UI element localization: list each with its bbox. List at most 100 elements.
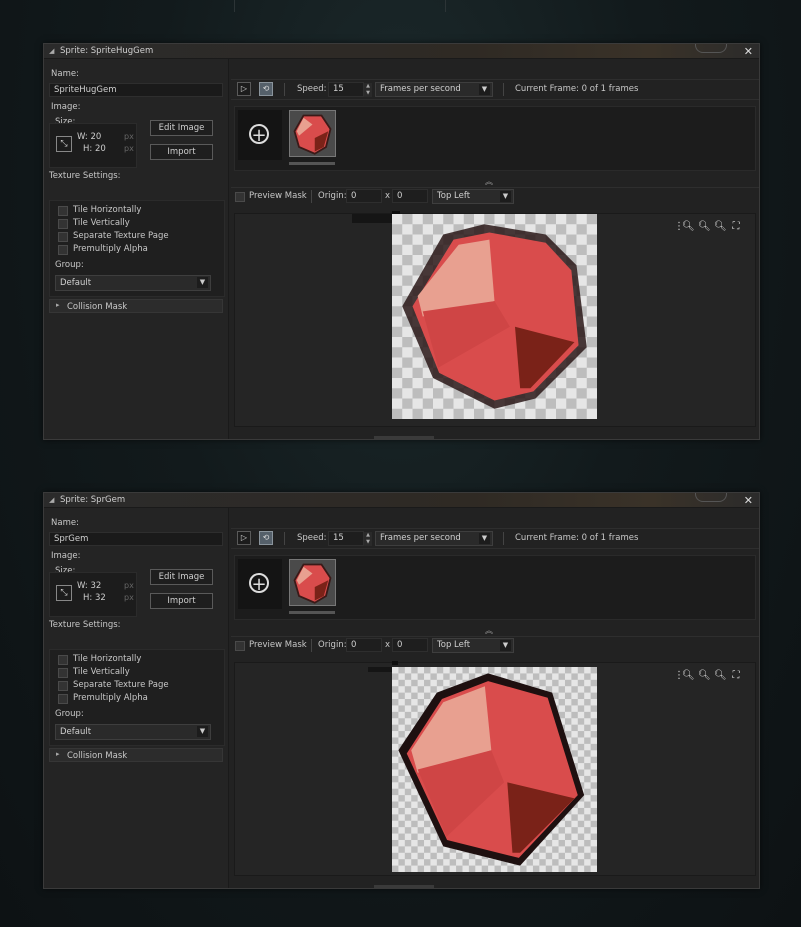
expand-triangle-icon[interactable]: ▸ [56,750,60,758]
background-divider [234,0,235,12]
resize-grip[interactable] [374,885,434,888]
width-unit: px [124,132,134,141]
texture-settings-box: Tile Horizontally Tile Vertically Separa… [49,200,225,297]
collapse-strip-icon[interactable]: ︽ [485,176,493,187]
origin-preset-dropdown[interactable]: Top Left ▼ [432,638,514,653]
import-button[interactable]: Import [150,144,213,160]
checkbox[interactable] [58,681,68,691]
group-value: Default [60,278,92,288]
origin-x-input[interactable]: 0 [346,189,382,203]
checkbox[interactable] [58,245,68,255]
chevron-down-icon: ▼ [479,84,490,95]
width-value[interactable]: W: 20 [77,132,101,142]
zoom-out-icon[interactable]: 🔍︎ [682,221,695,233]
texture-settings-label: Texture Settings: [49,620,121,630]
origin-label: Origin: [318,640,347,650]
add-frame-button[interactable]: + [238,110,282,160]
collapse-triangle-icon[interactable]: ◢ [49,496,54,504]
loop-icon[interactable]: ⟲ [259,531,273,545]
toolbar-divider [311,639,312,652]
image-label: Image: [51,102,81,112]
origin-y-input[interactable]: 0 [392,638,428,652]
preview-mask-checkbox[interactable] [235,641,245,651]
window-titlebar[interactable]: ◢ Sprite: SprGem ✕ [44,493,759,508]
frame-thumbnail[interactable] [289,559,336,606]
fullscreen-icon[interactable]: ⛶ [730,670,742,682]
chevron-down-icon: ▼ [197,277,208,288]
group-dropdown[interactable]: Default ▼ [55,275,211,291]
origin-options-row: Preview Mask Origin: 0 x 0 Top Left ▼ [231,636,759,654]
window-title: Sprite: SprGem [60,495,126,505]
speed-input[interactable]: 15 [328,82,364,97]
close-icon[interactable]: ✕ [744,45,753,58]
origin-y-input[interactable]: 0 [392,189,428,203]
frame-strip: + [234,106,756,171]
fullscreen-icon[interactable]: ⛶ [730,221,742,233]
resize-icon[interactable]: ⤡ [56,136,72,152]
toolbar-divider [503,83,504,96]
resize-icon[interactable]: ⤡ [56,585,72,601]
edit-image-button[interactable]: Edit Image [150,569,213,585]
checkbox[interactable] [58,219,68,229]
window-title: Sprite: SpriteHugGem [60,46,154,56]
height-value[interactable]: H: 32 [83,593,106,603]
origin-preset-dropdown[interactable]: Top Left ▼ [432,189,514,204]
frame-scrollbar[interactable] [289,162,335,165]
resize-grip[interactable] [374,436,434,439]
play-icon[interactable]: ▷ [237,82,251,96]
origin-x-input[interactable]: 0 [346,638,382,652]
play-icon[interactable]: ▷ [237,531,251,545]
window-titlebar[interactable]: ◢ Sprite: SpriteHugGem ✕ [44,44,759,59]
frame-thumbnail[interactable] [289,110,336,157]
sprite-canvas[interactable]: ⋮ 🔍︎ 🔍︎ 🔍︎ ⛶ [234,211,756,427]
zoom-grip-icon: ⋮ [674,221,684,232]
height-value[interactable]: H: 20 [83,144,106,154]
preview-area: ▷ ⟲ Speed: 15 ▲ ▼ Frames per second ▼ Cur… [231,59,759,439]
speed-unit-dropdown[interactable]: Frames per second ▼ [375,82,493,97]
group-label: Group: [55,260,84,270]
origin-label: Origin: [318,191,347,201]
loop-icon[interactable]: ⟲ [259,82,273,96]
zoom-in-icon[interactable]: 🔍︎ [714,670,727,682]
width-value[interactable]: W: 32 [77,581,101,591]
speed-input[interactable]: 15 [328,531,364,546]
add-frame-button[interactable]: + [238,559,282,609]
zoom-out-icon[interactable]: 🔍︎ [682,670,695,682]
expand-triangle-icon[interactable]: ▸ [56,301,60,309]
speed-stepper[interactable]: ▲ ▼ [364,83,372,97]
collision-mask-section[interactable]: ▸ Collision Mask [49,299,223,313]
group-value: Default [60,727,92,737]
zoom-reset-icon[interactable]: 🔍︎ [698,670,711,682]
sprite-editor-window: ◢ Sprite: SpriteHugGem ✕ Name: SpriteHug… [43,43,760,440]
speed-stepper[interactable]: ▲ ▼ [364,532,372,546]
collision-mask-section[interactable]: ▸ Collision Mask [49,748,223,762]
zoom-reset-icon[interactable]: 🔍︎ [698,221,711,233]
checkbox[interactable] [58,206,68,216]
import-button[interactable]: Import [150,593,213,609]
group-dropdown[interactable]: Default ▼ [55,724,211,740]
zoom-in-icon[interactable]: 🔍︎ [714,221,727,233]
name-field[interactable]: SprGem [49,532,223,546]
origin-preset-value: Top Left [437,640,471,650]
speed-unit-dropdown[interactable]: Frames per second ▼ [375,531,493,546]
checkbox[interactable] [58,694,68,704]
close-icon[interactable]: ✕ [744,494,753,507]
gem-thumbnail-image [293,114,332,155]
edit-image-button[interactable]: Edit Image [150,120,213,136]
name-field[interactable]: SpriteHugGem [49,83,223,97]
checkbox[interactable] [58,668,68,678]
toolbar-divider [284,83,285,96]
collapse-strip-icon[interactable]: ︽ [485,625,493,636]
add-frame-icon: + [249,124,269,145]
checkbox[interactable] [58,655,68,665]
origin-separator: x [385,640,391,650]
frame-strip: + [234,555,756,620]
frame-scrollbar[interactable] [289,611,335,614]
sprite-canvas[interactable]: ⋮ 🔍︎ 🔍︎ 🔍︎ ⛶ [234,661,756,876]
preview-area: ▷ ⟲ Speed: 15 ▲ ▼ Frames per second ▼ Cur… [231,508,759,888]
speed-label: Speed: [297,84,327,94]
preview-mask-checkbox[interactable] [235,192,245,202]
collapse-triangle-icon[interactable]: ◢ [49,47,54,55]
checkbox[interactable] [58,232,68,242]
preview-mask-label: Preview Mask [249,191,307,201]
